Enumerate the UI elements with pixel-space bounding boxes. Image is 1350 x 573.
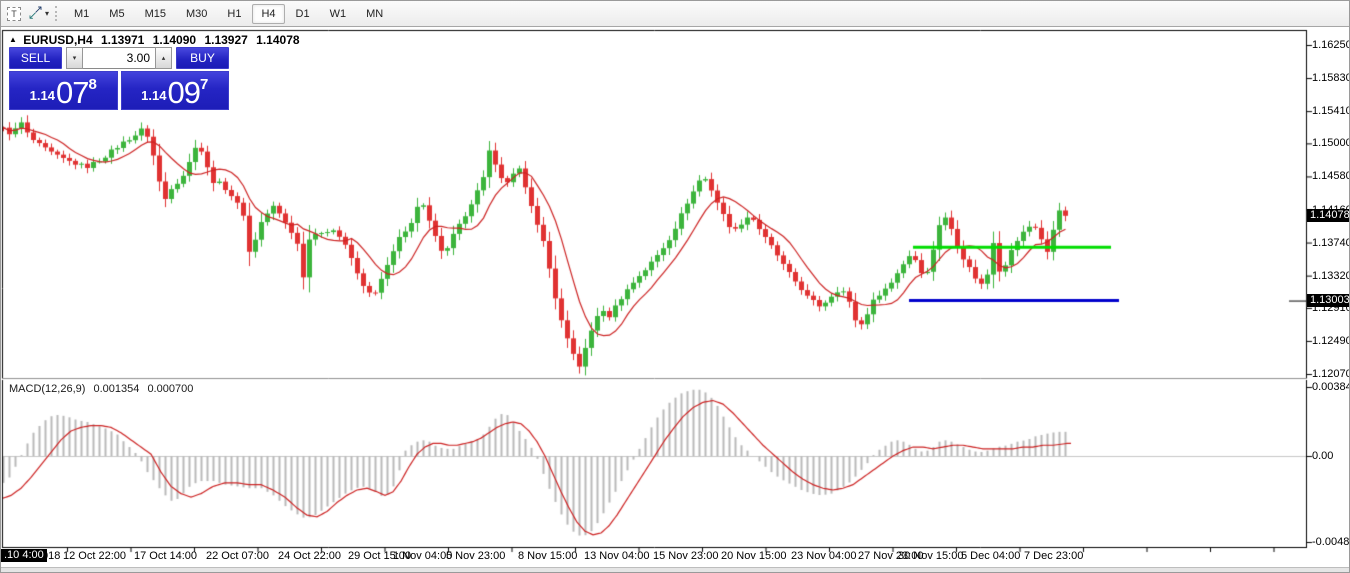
dropdown-caret-icon[interactable]: ▾	[45, 9, 49, 18]
buy-button[interactable]: BUY	[176, 47, 229, 69]
price-axis-label: 1.14580	[1312, 170, 1350, 182]
time-axis-label: 17 Oct 14:00	[134, 550, 197, 562]
timeframe-m30[interactable]: M30	[177, 4, 216, 24]
sell-button[interactable]: SELL	[9, 47, 62, 69]
macd-indicator-label: MACD(12,26,9) 0.001354 0.000700	[9, 383, 198, 395]
chart-tool-icon: T	[7, 7, 21, 21]
timeframe-m15[interactable]: M15	[136, 4, 175, 24]
price-axis-label: 1.13320	[1312, 270, 1350, 282]
macd-value-main: 0.001354	[93, 383, 139, 395]
price-axis-label: 1.12070	[1312, 368, 1350, 380]
time-axis-label: 24 Oct 22:00	[278, 550, 341, 562]
time-axis-label: 5 Dec 04:00	[961, 550, 1020, 562]
bid-price-box[interactable]: 1.14 07 8	[9, 71, 118, 110]
timeframe-d1[interactable]: D1	[287, 4, 319, 24]
time-cursor-tag: .10 4:00	[1, 549, 47, 562]
level-price-tag: 1.13003	[1307, 294, 1350, 307]
symbol-title: EURUSD,H4	[23, 33, 92, 47]
bid-prefix: 1.14	[30, 88, 55, 103]
ohlc-open: 1.13971	[101, 33, 144, 47]
macd-axis-label: 0.003847	[1312, 381, 1350, 393]
bid-pip-digit: 8	[88, 76, 96, 93]
time-axis-label: 12 Oct 22:00	[63, 550, 126, 562]
bid-big-digits: 07	[56, 78, 88, 108]
price-axis-label: 1.15830	[1312, 72, 1350, 84]
toolbar: T ↗ ↙ ▾ M1M5M15M30H1H4D1W1MN	[1, 1, 1349, 27]
ohlc-high: 1.14090	[153, 33, 196, 47]
time-axis-label: 20 Nov 15:00	[721, 550, 786, 562]
macd-axis-label: 0.00	[1312, 450, 1333, 462]
ask-price-box[interactable]: 1.14 09 7	[121, 71, 230, 110]
ask-big-digits: 09	[167, 78, 199, 108]
arrange-windows-button[interactable]: ↗ ↙ ▾	[24, 4, 52, 24]
price-axis-label: 1.12490	[1312, 335, 1350, 347]
price-axis-label: 1.16250	[1312, 39, 1350, 51]
timeframe-m1[interactable]: M1	[65, 4, 98, 24]
time-axis-label: 30 Nov 15:00	[898, 550, 963, 562]
one-click-trading-panel: SELL ▾ ▴ BUY 1.14 07 8 1.14 09 7	[9, 47, 229, 110]
volume-decrease-button[interactable]: ▾	[66, 47, 83, 69]
current-price-tag: 1.14078	[1307, 209, 1350, 222]
time-axis-label: 5 Nov 23:00	[446, 550, 505, 562]
timeframe-bar: M1M5M15M30H1H4D1W1MN	[64, 4, 393, 24]
toolbar-grip[interactable]	[55, 6, 59, 21]
time-axis-label: 8 Nov 15:00	[518, 550, 577, 562]
timeframe-w1[interactable]: W1	[321, 4, 356, 24]
ohlc-low: 1.13927	[204, 33, 247, 47]
macd-value-signal: 0.000700	[147, 383, 193, 395]
volume-increase-button[interactable]: ▴	[155, 47, 172, 69]
timeframe-mn[interactable]: MN	[357, 4, 392, 24]
time-axis-label: 15 Nov 23:00	[653, 550, 718, 562]
timeframe-m5[interactable]: M5	[100, 4, 133, 24]
ask-pip-digit: 7	[200, 76, 208, 93]
macd-title: MACD(12,26,9)	[9, 383, 85, 395]
price-axis-label: 1.13740	[1312, 237, 1350, 249]
time-axis-label: 7 Dec 23:00	[1024, 550, 1083, 562]
time-axis-label: 22 Oct 07:00	[206, 550, 269, 562]
price-axis-label: 1.15410	[1312, 105, 1350, 117]
app-window: T ↗ ↙ ▾ M1M5M15M30H1H4D1W1MN ▲ EURUSD,H4…	[0, 0, 1350, 573]
macd-axis-label: -0.004856	[1312, 536, 1350, 548]
arrange-windows-icon: ↗ ↙	[27, 5, 44, 22]
time-axis-label: 1 Nov 04:00	[393, 550, 452, 562]
ask-prefix: 1.14	[141, 88, 166, 103]
volume-stepper: ▾ ▴	[66, 47, 172, 69]
timeframe-h1[interactable]: H1	[218, 4, 250, 24]
price-axis-label: 1.15000	[1312, 137, 1350, 149]
arrow-sw-icon: ↙	[28, 8, 37, 25]
time-axis-label: 13 Nov 04:00	[584, 550, 649, 562]
volume-input[interactable]	[83, 47, 155, 69]
time-axis-label: 23 Nov 04:00	[791, 550, 856, 562]
chart-header: ▲ EURUSD,H4 1.13971 1.14090 1.13927 1.14…	[9, 33, 300, 47]
window-bottom-strip	[1, 567, 1349, 573]
chart-tool-button[interactable]: T	[4, 4, 24, 24]
timeframe-h4[interactable]: H4	[252, 4, 284, 24]
symbol-marker-icon: ▲	[9, 35, 17, 44]
ohlc-close: 1.14078	[256, 33, 299, 47]
